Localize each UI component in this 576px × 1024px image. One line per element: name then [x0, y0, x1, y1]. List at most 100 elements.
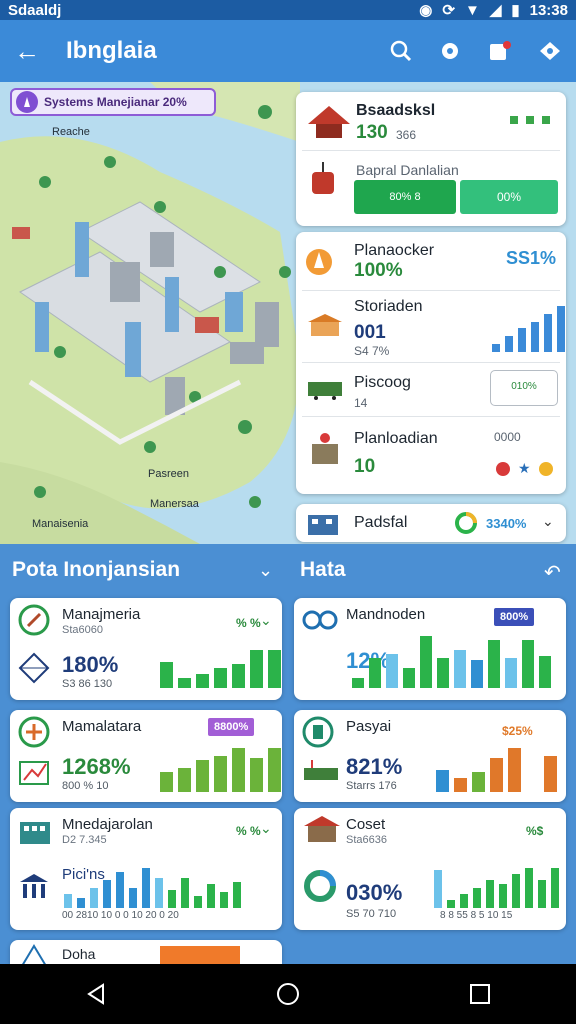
tile4-sub: Starrs 176	[346, 780, 397, 792]
building-icon	[312, 433, 338, 464]
tile5-axis: 00 2810 10 0 0 10 20 0 20	[62, 910, 179, 921]
tile2-bar-chart	[352, 632, 556, 688]
tile-pasyai[interactable]: Pasyai $25% 821% Starrs 176	[294, 710, 566, 802]
card3-title: Padsfal	[354, 514, 408, 531]
search-icon[interactable]	[390, 40, 412, 62]
section-left-chevron-icon[interactable]: ⌄	[258, 560, 273, 581]
factory-icon	[20, 822, 50, 844]
card3-right: 3340%	[486, 516, 527, 531]
card1-button-1[interactable]: 80% 8	[354, 180, 456, 214]
card1-row2-label: Bapral Danlalian	[356, 162, 459, 178]
systems-badge[interactable]: Systems Manejianar 20%	[10, 88, 216, 116]
chain-icon	[302, 610, 338, 630]
tile-mnedajarolan[interactable]: Mnedajarolan D2 7.345 % % ⌄ Pici'ns 00 2…	[10, 808, 282, 930]
wifi-icon: ▼	[464, 1, 480, 19]
battery-icon: ▮	[511, 2, 520, 19]
back-nav-icon[interactable]	[85, 983, 107, 1005]
tile1-sub: Sta6060	[62, 624, 103, 636]
card1-button-2[interactable]: 00%	[460, 180, 558, 214]
card2-title: Planaocker	[354, 242, 435, 259]
map-label-3: Manersaa	[150, 498, 199, 510]
tile6-axis: 8 8 55 8 5 10 15	[440, 910, 513, 921]
home-nav-icon[interactable]	[276, 982, 300, 1006]
network-icon	[18, 652, 50, 684]
tile3-tag: 8800%	[208, 718, 255, 736]
tile1-bar-chart	[160, 646, 286, 688]
tile5-sub: D2 7.345	[62, 834, 107, 846]
notification-icon[interactable]	[488, 40, 512, 62]
tile4-big: 821%	[346, 754, 403, 779]
tile1-small: S3 86 130	[62, 678, 113, 690]
page-title: Ibnglaia	[66, 37, 157, 64]
tile6-sub: Sta6636	[346, 834, 387, 846]
person-icon	[16, 91, 38, 113]
tile6-tag: %$	[526, 824, 544, 838]
card2-row3-title: Piscoog	[354, 374, 411, 391]
card2-bar-chart	[492, 302, 570, 352]
summary-card-1[interactable]: Bsaadsksl 130 366 Bapral Danlalian 80% 8…	[296, 92, 566, 226]
chevron-down-icon[interactable]: ⌄	[542, 513, 554, 530]
tile4-tag: $25%	[502, 724, 533, 738]
signal-icon: ◢	[489, 2, 502, 19]
back-arrow-icon[interactable]: ←	[14, 36, 40, 67]
card2-row2-sub: S4 7%	[354, 344, 390, 358]
tile-mandnoden[interactable]: Mandnoden 800% 12%	[294, 598, 566, 700]
map-label-2: Pasreen	[148, 468, 189, 480]
tile4-name: Pasyai	[346, 718, 392, 735]
tile6-name: Coset	[346, 816, 386, 833]
bank-icon	[20, 874, 48, 898]
card2-value: 100%	[354, 260, 403, 281]
system-nav-bar	[0, 964, 576, 1024]
card1-value: 130	[356, 122, 388, 143]
target-icon	[18, 716, 50, 748]
train-small-icon	[304, 760, 338, 780]
tile-coset[interactable]: Coset Sta6636 %$ 030% S5 70 710 8 8 55 8…	[294, 808, 566, 930]
tile6-bar-chart	[434, 866, 564, 908]
tile4-bar-chart	[436, 746, 562, 792]
compass-icon	[18, 604, 50, 636]
pagoda-icon	[308, 106, 350, 138]
undo-arrow-icon[interactable]: ↶	[544, 560, 561, 585]
status-time: 13:38	[529, 1, 568, 19]
map-label-4: Manaisenia	[32, 518, 89, 530]
card2-row4-dots: ★	[496, 460, 553, 477]
settings-icon[interactable]	[438, 40, 462, 62]
tile1-tag: % %	[236, 616, 261, 630]
donut-chart-icon	[304, 870, 336, 902]
card2-row2-title: Storiaden	[354, 298, 423, 315]
tile5-name: Mnedajarolan	[62, 816, 153, 833]
chart-line-icon	[19, 761, 49, 785]
tile1-name: Manajmeria	[62, 606, 141, 623]
badge-label: Systems Manejianar 20%	[44, 95, 187, 109]
library-icon	[304, 816, 340, 842]
card2-row4-title: Planloadian	[354, 430, 438, 447]
map-label-1: Reache	[52, 126, 90, 138]
progress-ring-icon	[455, 512, 477, 534]
office-icon	[308, 515, 338, 535]
card1-title: Bsaadsksl	[356, 102, 436, 119]
tile-doha[interactable]: Doha	[10, 940, 282, 964]
section-right-title: Hata	[300, 558, 346, 581]
tile3-small: 800 % 10	[62, 780, 109, 792]
triangle-icon	[22, 944, 46, 964]
star-icon: ★	[518, 460, 531, 476]
status-left-text: Sdaaldj	[8, 1, 62, 19]
tile6-small: S5 70 710	[346, 908, 397, 920]
card2-row3-badge[interactable]: 010%	[490, 370, 558, 406]
tile6-big: 030%	[346, 880, 403, 905]
tile-mamalatara[interactable]: Mamalatara 8800% 1268% 800 % 10	[10, 710, 282, 802]
flame-icon	[306, 249, 332, 275]
card2-row4-right: 0000	[494, 430, 521, 444]
tile1-chevron-icon[interactable]: ⌄	[260, 612, 272, 629]
tile1-big: 180%	[62, 652, 119, 677]
emblem-icon	[302, 716, 334, 748]
summary-card-2[interactable]: Planaocker 100% SS1% Storiaden 001 S4 7%…	[296, 232, 566, 494]
share-icon[interactable]	[538, 40, 562, 62]
card1-indicators	[510, 116, 550, 124]
summary-card-3[interactable]: Padsfal 3340% ⌄	[296, 504, 566, 542]
tile-manajmeria[interactable]: Manajmeria Sta6060 180% S3 86 130 % % ⌄	[10, 598, 282, 700]
recents-nav-icon[interactable]	[469, 983, 491, 1005]
tile5-chevron-icon[interactable]: ⌄	[260, 820, 272, 837]
train-icon	[308, 382, 342, 400]
sync-icon: ⟳	[442, 2, 455, 19]
